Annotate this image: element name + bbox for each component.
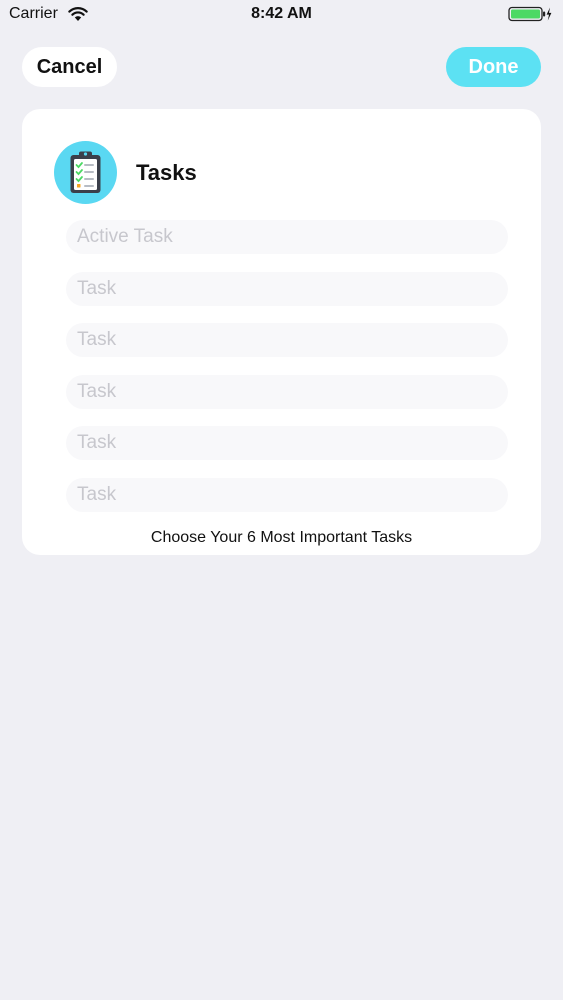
tasks-card: Tasks Choose Your 6 Most Important Tasks <box>22 109 541 555</box>
cancel-button[interactable]: Cancel <box>22 47 117 87</box>
charging-bolt-icon <box>546 7 552 21</box>
card-footer-hint: Choose Your 6 Most Important Tasks <box>150 529 413 546</box>
task-input-3[interactable] <box>66 323 508 357</box>
battery-icon <box>508 6 552 22</box>
task-input-2[interactable] <box>66 272 508 306</box>
task-input-5[interactable] <box>66 426 508 460</box>
card-title: Tasks <box>136 160 197 185</box>
active-task-input[interactable] <box>66 220 508 254</box>
clipboard-checklist-icon <box>54 141 117 204</box>
status-bar: Carrier 8:42 AM <box>0 0 563 30</box>
task-input-4[interactable] <box>66 375 508 409</box>
done-button[interactable]: Done <box>446 47 541 87</box>
task-input-6[interactable] <box>66 478 508 512</box>
clock: 8:42 AM <box>251 5 312 22</box>
